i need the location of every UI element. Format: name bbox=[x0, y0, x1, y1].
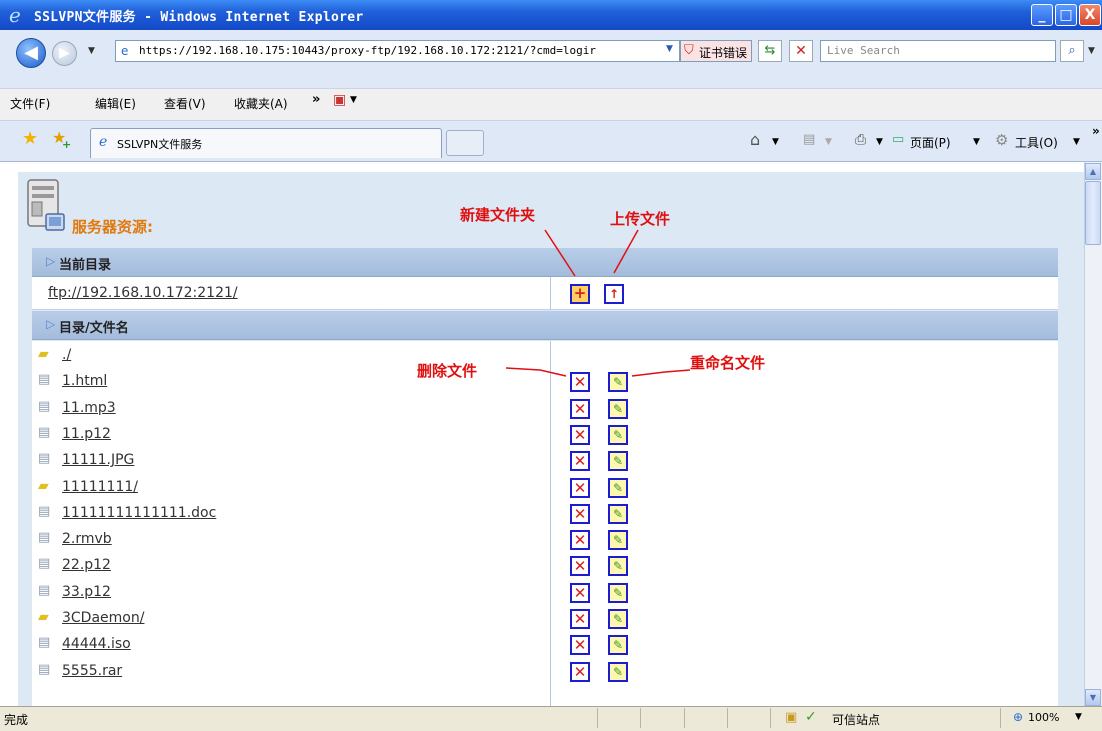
status-divider bbox=[1000, 708, 1001, 728]
status-divider bbox=[640, 708, 641, 728]
zoom-level[interactable]: 100% bbox=[1028, 711, 1059, 724]
zoom-dropdown-icon[interactable]: ▼ bbox=[1075, 712, 1082, 722]
status-divider bbox=[770, 708, 771, 728]
annotation-arrows bbox=[505, 229, 691, 377]
status-divider bbox=[684, 708, 685, 728]
check-icon: ✓ bbox=[805, 709, 817, 725]
trusted-zone-label: 可信站点 bbox=[832, 713, 881, 727]
status-divider bbox=[727, 708, 728, 728]
zoom-icon[interactable]: ⊕ bbox=[1013, 710, 1023, 724]
security-lock-icon[interactable]: ▣ bbox=[785, 710, 797, 725]
status-bar bbox=[0, 706, 1102, 731]
status-divider bbox=[597, 708, 598, 728]
status-text: 完成 bbox=[4, 713, 29, 727]
